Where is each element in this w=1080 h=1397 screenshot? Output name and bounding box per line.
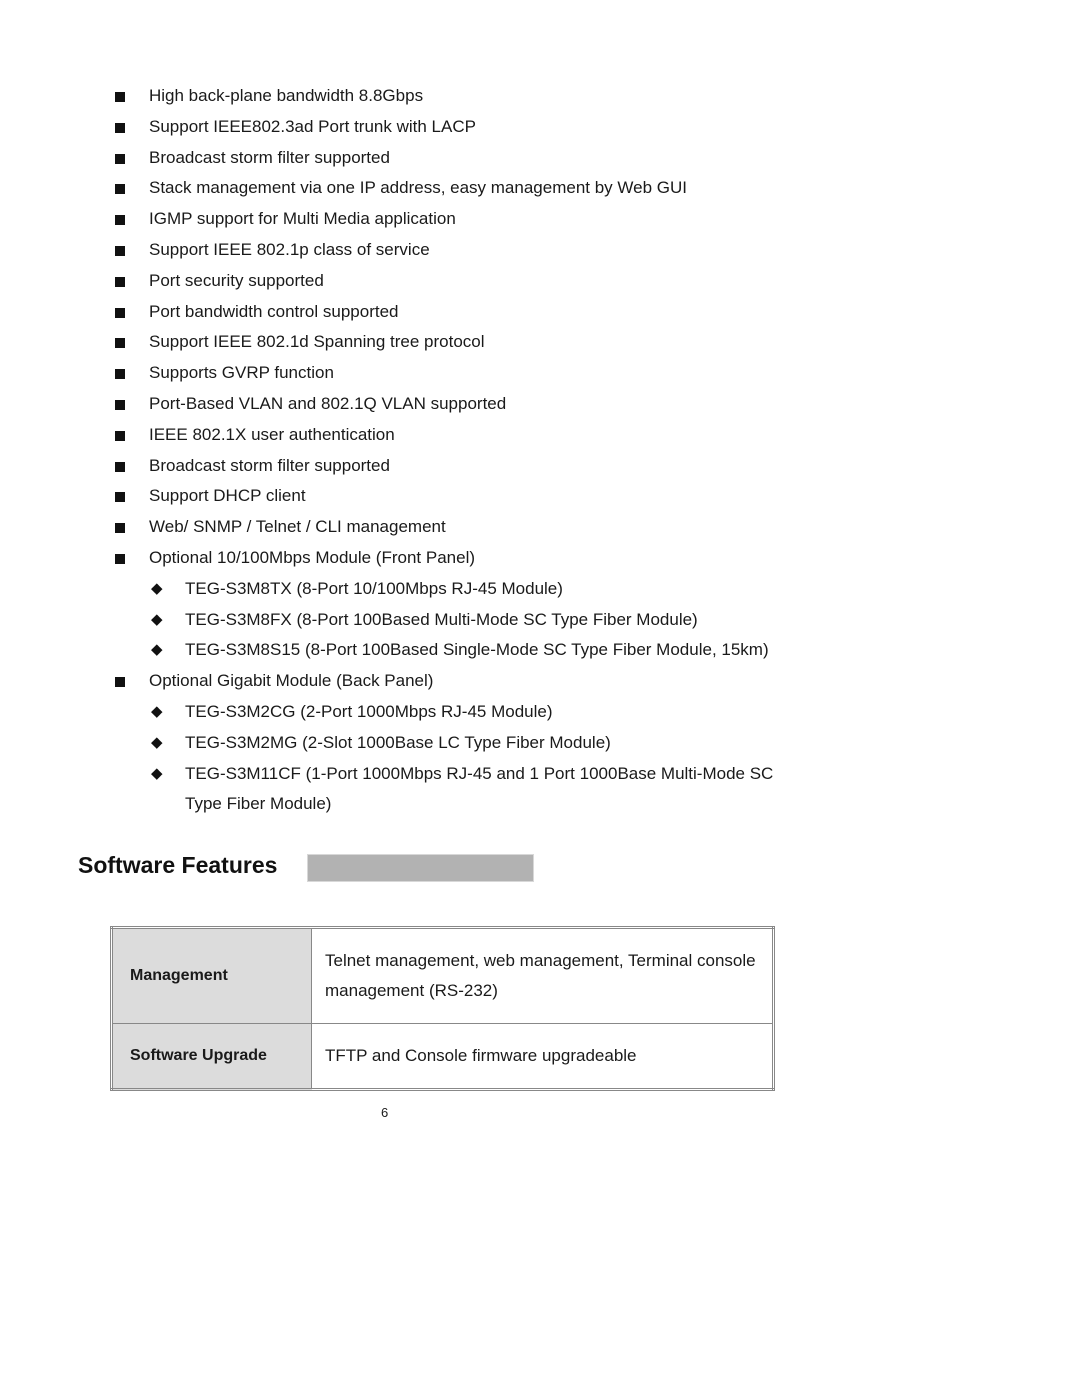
- sub-feature-text: TEG-S3M2MG (2-Slot 1000Base LC Type Fibe…: [185, 732, 611, 752]
- sub-feature-text: TEG-S3M8FX (8-Port 100Based Multi-Mode S…: [185, 609, 698, 629]
- sub-feature-text: TEG-S3M8TX (8-Port 10/100Mbps RJ-45 Modu…: [185, 578, 563, 598]
- feature-item: Supports GVRP function: [0, 358, 1080, 389]
- feature-text: Port bandwidth control supported: [149, 301, 399, 321]
- table-value-cell: Telnet management, web management, Termi…: [311, 927, 774, 1024]
- sub-feature-item: ◆ TEG-S3M2CG (2-Port 1000Mbps RJ-45 Modul…: [0, 697, 1080, 728]
- sub-feature-item: Type Fiber Module): [0, 789, 1080, 820]
- square-bullet-icon: [115, 153, 125, 164]
- feature-item: Web/ SNMP / Telnet / CLI management: [0, 512, 1080, 543]
- square-bullet-icon: [115, 122, 125, 133]
- sub-feature-text: Type Fiber Module): [185, 794, 332, 814]
- sub-feature-item: ◆ TEG-S3M8S15 (8-Port 100Based Single-Mod…: [0, 635, 1080, 666]
- feature-item: Stack management via one IP address, eas…: [0, 173, 1080, 204]
- sub-feature-item: ◆ TEG-S3M8FX (8-Port 100Based Multi-Mode …: [0, 605, 1080, 636]
- diamond-bullet-icon: ◆: [151, 733, 163, 751]
- square-bullet-icon: [115, 369, 125, 380]
- feature-item: Broadcast storm filter supported: [0, 451, 1080, 482]
- feature-text: Port-Based VLAN and 802.1Q VLAN supporte…: [149, 393, 507, 413]
- diamond-bullet-icon: ◆: [151, 579, 163, 597]
- feature-text: Port security supported: [149, 270, 324, 290]
- table-row: Management Telnet management, web manage…: [111, 927, 774, 1024]
- feature-text: Optional Gigabit Module (Back Panel): [149, 671, 434, 691]
- square-bullet-icon: [115, 307, 125, 318]
- square-bullet-icon: [115, 276, 125, 287]
- square-bullet-icon: [115, 245, 125, 256]
- feature-item: IGMP support for Multi Media application: [0, 204, 1080, 235]
- square-bullet-icon: [115, 184, 125, 195]
- feature-item: Support IEEE802.3ad Port trunk with LACP: [0, 112, 1080, 143]
- diamond-bullet-icon: ◆: [151, 702, 163, 720]
- square-bullet-icon: [115, 461, 125, 472]
- feature-item: Port security supported: [0, 266, 1080, 297]
- square-bullet-icon: [115, 523, 125, 534]
- diamond-bullet-icon: ◆: [151, 610, 163, 628]
- sub-feature-text: TEG-S3M2CG (2-Port 1000Mbps RJ-45 Module…: [185, 701, 553, 721]
- table-key-cell: Management: [111, 927, 312, 1024]
- feature-item: Support IEEE 802.1d Spanning tree protoc…: [0, 327, 1080, 358]
- feature-text: Support DHCP client: [149, 486, 306, 506]
- feature-item: Optional 10/100Mbps Module (Front Panel): [0, 543, 1080, 574]
- sub-feature-text: TEG-S3M11CF (1-Port 1000Mbps RJ-45 and 1…: [185, 763, 774, 783]
- feature-text: Supports GVRP function: [149, 363, 334, 383]
- sub-feature-item: ◆ TEG-S3M8TX (8-Port 10/100Mbps RJ-45 Mod…: [0, 574, 1080, 605]
- software-features-table: Management Telnet management, web manage…: [110, 926, 775, 1091]
- feature-item: Support DHCP client: [0, 481, 1080, 512]
- diamond-bullet-icon: ◆: [151, 764, 163, 782]
- feature-text: High back-plane bandwidth 8.8Gbps: [149, 86, 424, 105]
- square-bullet-icon: [115, 430, 125, 441]
- table-key-cell: Software Upgrade: [111, 1023, 312, 1090]
- diamond-bullet-icon: ◆: [151, 641, 163, 659]
- feature-text: Optional 10/100Mbps Module (Front Panel): [149, 547, 476, 567]
- feature-text: Broadcast storm filter supported: [149, 455, 390, 475]
- feature-text: Support IEEE 802.1d Spanning tree protoc…: [149, 332, 485, 352]
- feature-item: Broadcast storm filter supported: [0, 143, 1080, 174]
- sub-feature-text: TEG-S3M8S15 (8-Port 100Based Single-Mode…: [185, 640, 769, 660]
- square-bullet-icon: [115, 492, 125, 503]
- feature-list: High back-plane bandwidth 8.8Gbps Support…: [0, 81, 1080, 820]
- feature-item: Port bandwidth control supported: [0, 297, 1080, 328]
- feature-text: Broadcast storm filter supported: [149, 147, 390, 167]
- sub-feature-item: ◆ TEG-S3M2MG (2-Slot 1000Base LC Type Fib…: [0, 728, 1080, 759]
- feature-item: IEEE 802.1X user authentication: [0, 420, 1080, 451]
- feature-text: Web/ SNMP / Telnet / CLI management: [149, 517, 446, 537]
- sub-feature-item: ◆ TEG-S3M11CF (1-Port 1000Mbps RJ-45 and …: [0, 759, 1080, 790]
- feature-item: Optional Gigabit Module (Back Panel): [0, 666, 1080, 697]
- section-heading: Software Features: [78, 852, 278, 878]
- feature-text: Support IEEE 802.1p class of service: [149, 239, 430, 259]
- table-value-cell: TFTP and Console firmware upgradeable: [311, 1023, 774, 1090]
- feature-text: Stack management via one IP address, eas…: [149, 178, 687, 198]
- feature-item: High back-plane bandwidth 8.8Gbps: [0, 81, 1080, 112]
- feature-item: Port-Based VLAN and 802.1Q VLAN supporte…: [0, 389, 1080, 420]
- feature-item: Support IEEE 802.1p class of service: [0, 235, 1080, 266]
- feature-text: IGMP support for Multi Media application: [149, 209, 456, 229]
- square-bullet-icon: [115, 92, 125, 102]
- square-bullet-icon: [115, 215, 125, 226]
- square-bullet-icon: [115, 553, 125, 564]
- page-number: 6: [381, 1105, 389, 1120]
- square-bullet-icon: [115, 677, 125, 688]
- heading-decoration-bar: [307, 854, 534, 882]
- square-bullet-icon: [115, 399, 125, 410]
- square-bullet-icon: [115, 338, 125, 349]
- feature-text: Support IEEE802.3ad Port trunk with LACP: [149, 116, 476, 136]
- feature-text: IEEE 802.1X user authentication: [149, 424, 395, 444]
- table-row: Software Upgrade TFTP and Console firmwa…: [111, 1023, 774, 1090]
